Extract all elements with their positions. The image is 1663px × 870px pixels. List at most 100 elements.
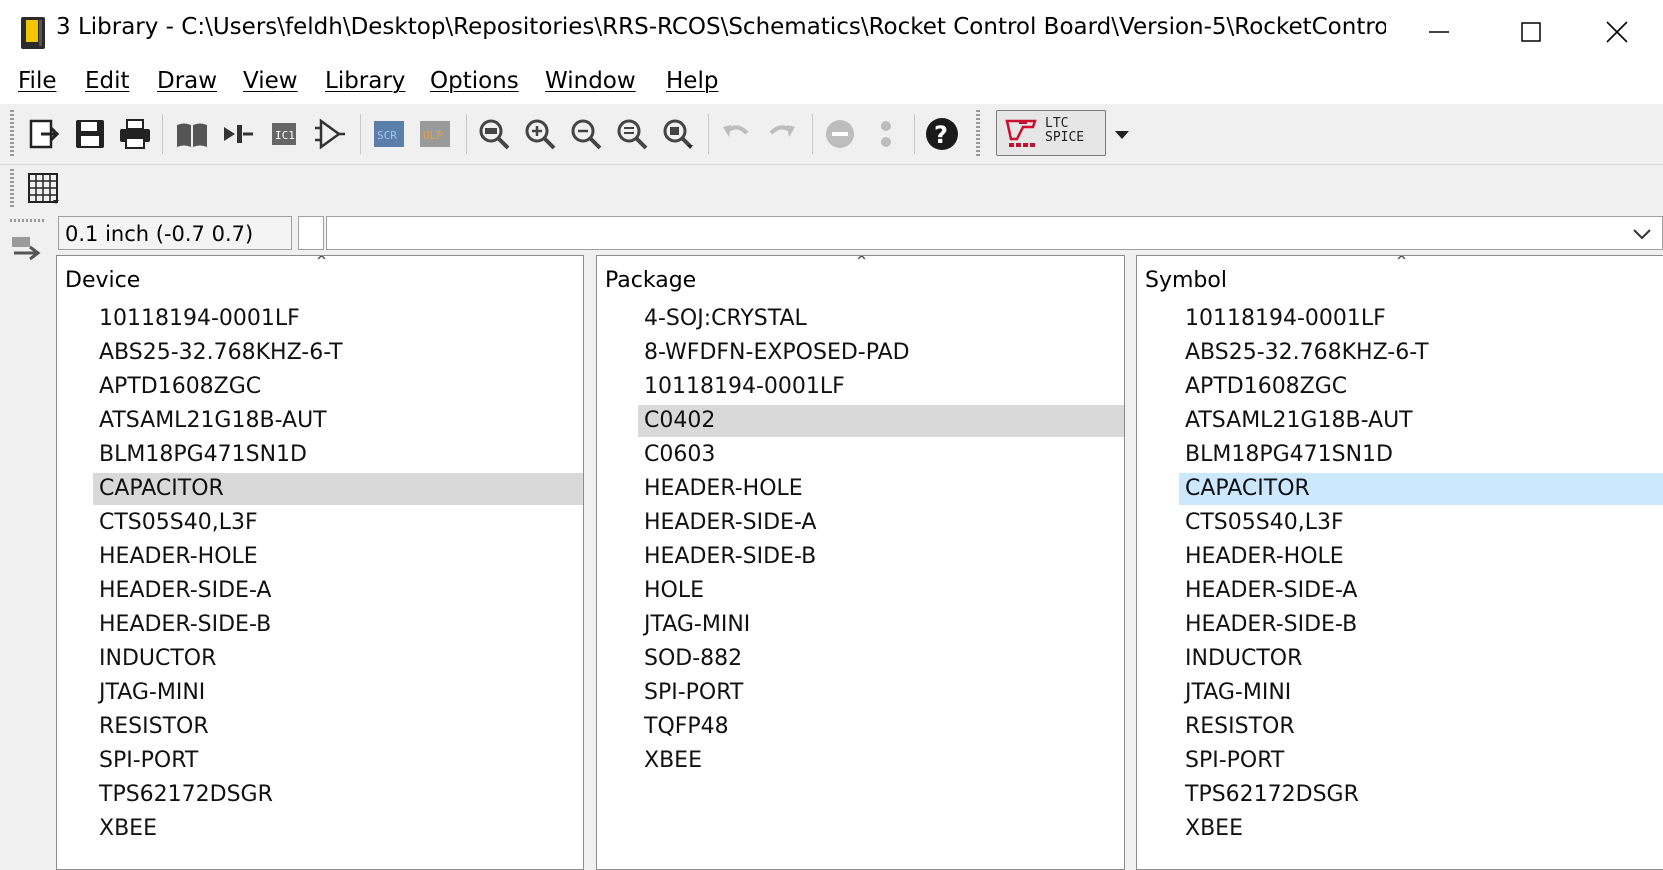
package-item[interactable]: HOLE (644, 575, 704, 607)
symbol-item[interactable]: ABS25-32.768KHZ-6-T (1185, 337, 1429, 369)
ulp-button[interactable]: ULP (416, 114, 456, 154)
package-header[interactable]: Package (605, 268, 696, 293)
device-item[interactable]: ATSAML21G18B-AUT (99, 405, 327, 437)
menu-bar: File Edit Draw View Library Options Wind… (0, 64, 1663, 104)
symbol-item[interactable]: HEADER-SIDE-A (1185, 575, 1357, 607)
maximize-icon (1521, 22, 1541, 42)
command-toggle-button[interactable] (10, 235, 44, 267)
package-item-selected[interactable]: C0402 (638, 405, 1124, 437)
ltspice-dropdown-button[interactable] (1114, 126, 1130, 145)
device-item[interactable]: RESISTOR (99, 711, 209, 743)
device-header[interactable]: Device (65, 268, 140, 293)
symbol-item[interactable]: CTS05S40,L3F (1185, 507, 1344, 539)
save-button[interactable] (70, 114, 110, 154)
device-item[interactable]: JTAG-MINI (99, 677, 205, 709)
device-item[interactable]: INDUCTOR (99, 643, 216, 675)
command-dropdown-button[interactable] (1632, 226, 1652, 245)
grid-button[interactable] (24, 169, 64, 209)
symbol-item[interactable]: INDUCTOR (1185, 643, 1302, 675)
symbol-item[interactable]: TPS62172DSGR (1185, 779, 1359, 811)
menu-edit[interactable]: Edit (85, 68, 130, 94)
device-item[interactable]: CTS05S40,L3F (99, 507, 258, 539)
device-item[interactable]: 10118194-0001LF (99, 303, 300, 335)
left-strip (0, 213, 54, 870)
menu-view[interactable]: View (243, 68, 298, 94)
help-button[interactable]: ? (922, 114, 962, 154)
undo-button[interactable] (716, 114, 756, 154)
package-item[interactable]: C0603 (644, 439, 715, 471)
package-item[interactable]: 4-SOJ:CRYSTAL (644, 303, 807, 335)
symbol-item[interactable]: HEADER-SIDE-B (1185, 609, 1357, 641)
menu-library[interactable]: Library (325, 68, 405, 94)
package-item[interactable]: 10118194-0001LF (644, 371, 845, 403)
command-history-box[interactable] (298, 216, 324, 250)
zoom-in-button[interactable] (520, 114, 560, 154)
use-library-icon (224, 125, 253, 143)
close-button[interactable] (1571, 0, 1663, 64)
menu-file[interactable]: File (18, 68, 57, 94)
cam-button[interactable]: IC1 (264, 114, 304, 154)
symbol-item-selected[interactable]: CAPACITOR (1179, 473, 1663, 505)
package-item[interactable]: JTAG-MINI (644, 609, 750, 641)
device-item[interactable]: SPI-PORT (99, 745, 198, 777)
script-button[interactable]: SCR (370, 114, 410, 154)
export-button[interactable] (310, 114, 350, 154)
device-item[interactable]: HEADER-SIDE-A (99, 575, 271, 607)
symbol-item[interactable]: SPI-PORT (1185, 745, 1284, 777)
minimize-button[interactable] (1393, 0, 1485, 64)
go-button[interactable] (866, 114, 906, 154)
library-book-button[interactable] (172, 114, 212, 154)
device-item[interactable]: HEADER-HOLE (99, 541, 258, 573)
symbol-item[interactable]: RESISTOR (1185, 711, 1295, 743)
package-item[interactable]: SPI-PORT (644, 677, 743, 709)
device-item[interactable]: ABS25-32.768KHZ-6-T (99, 337, 343, 369)
menu-help[interactable]: Help (666, 68, 718, 94)
package-item[interactable]: SOD-882 (644, 643, 742, 675)
symbol-item[interactable]: ATSAML21G18B-AUT (1185, 405, 1413, 437)
open-button[interactable] (24, 114, 64, 154)
device-panel: ⌃ Device 10118194-0001LF ABS25-32.768KHZ… (56, 255, 584, 870)
zoom-out-button[interactable] (566, 114, 606, 154)
menu-draw[interactable]: Draw (157, 68, 217, 94)
device-item-selected[interactable]: CAPACITOR (93, 473, 583, 505)
toolbar-grip[interactable] (976, 110, 980, 158)
symbol-item[interactable]: APTD1608ZGC (1185, 371, 1347, 403)
device-item[interactable]: HEADER-SIDE-B (99, 609, 271, 641)
package-item[interactable]: 8-WFDFN-EXPOSED-PAD (644, 337, 910, 369)
toolbar-grip[interactable] (10, 219, 46, 222)
chevron-down-icon (1633, 229, 1651, 240)
symbol-header[interactable]: Symbol (1145, 268, 1227, 293)
device-item[interactable]: TPS62172DSGR (99, 779, 273, 811)
zoom-redraw-button[interactable] (612, 114, 652, 154)
symbol-item[interactable]: HEADER-HOLE (1185, 541, 1344, 573)
package-item[interactable]: XBEE (644, 745, 702, 777)
sort-indicator-icon: ⌃ (1394, 255, 1410, 273)
package-item[interactable]: HEADER-HOLE (644, 473, 803, 505)
close-icon (1606, 21, 1628, 43)
menu-options[interactable]: Options (430, 68, 519, 94)
symbol-item[interactable]: JTAG-MINI (1185, 677, 1291, 709)
zoom-fit-button[interactable] (474, 114, 514, 154)
use-library-button[interactable] (218, 114, 258, 154)
package-item[interactable]: TQFP48 (644, 711, 729, 743)
command-input[interactable] (326, 216, 1663, 250)
script-icon: SCR (374, 121, 404, 147)
stop-button[interactable] (820, 114, 860, 154)
menu-window[interactable]: Window (545, 68, 636, 94)
toolbar-grip[interactable] (10, 110, 14, 158)
symbol-item[interactable]: 10118194-0001LF (1185, 303, 1386, 335)
maximize-button[interactable] (1485, 0, 1577, 64)
print-button[interactable] (115, 114, 155, 154)
toolbar-grip[interactable] (10, 169, 14, 209)
package-item[interactable]: HEADER-SIDE-B (644, 541, 816, 573)
symbol-item[interactable]: BLM18PG471SN1D (1185, 439, 1393, 471)
package-item[interactable]: HEADER-SIDE-A (644, 507, 816, 539)
device-item[interactable]: APTD1608ZGC (99, 371, 261, 403)
symbol-item[interactable]: XBEE (1185, 813, 1243, 845)
redo-button[interactable] (762, 114, 802, 154)
ltspice-button[interactable]: LTC SPICE (996, 110, 1106, 156)
cam-icon: IC1 (272, 123, 296, 145)
device-item[interactable]: BLM18PG471SN1D (99, 439, 307, 471)
zoom-select-button[interactable] (658, 114, 698, 154)
device-item[interactable]: XBEE (99, 813, 157, 845)
